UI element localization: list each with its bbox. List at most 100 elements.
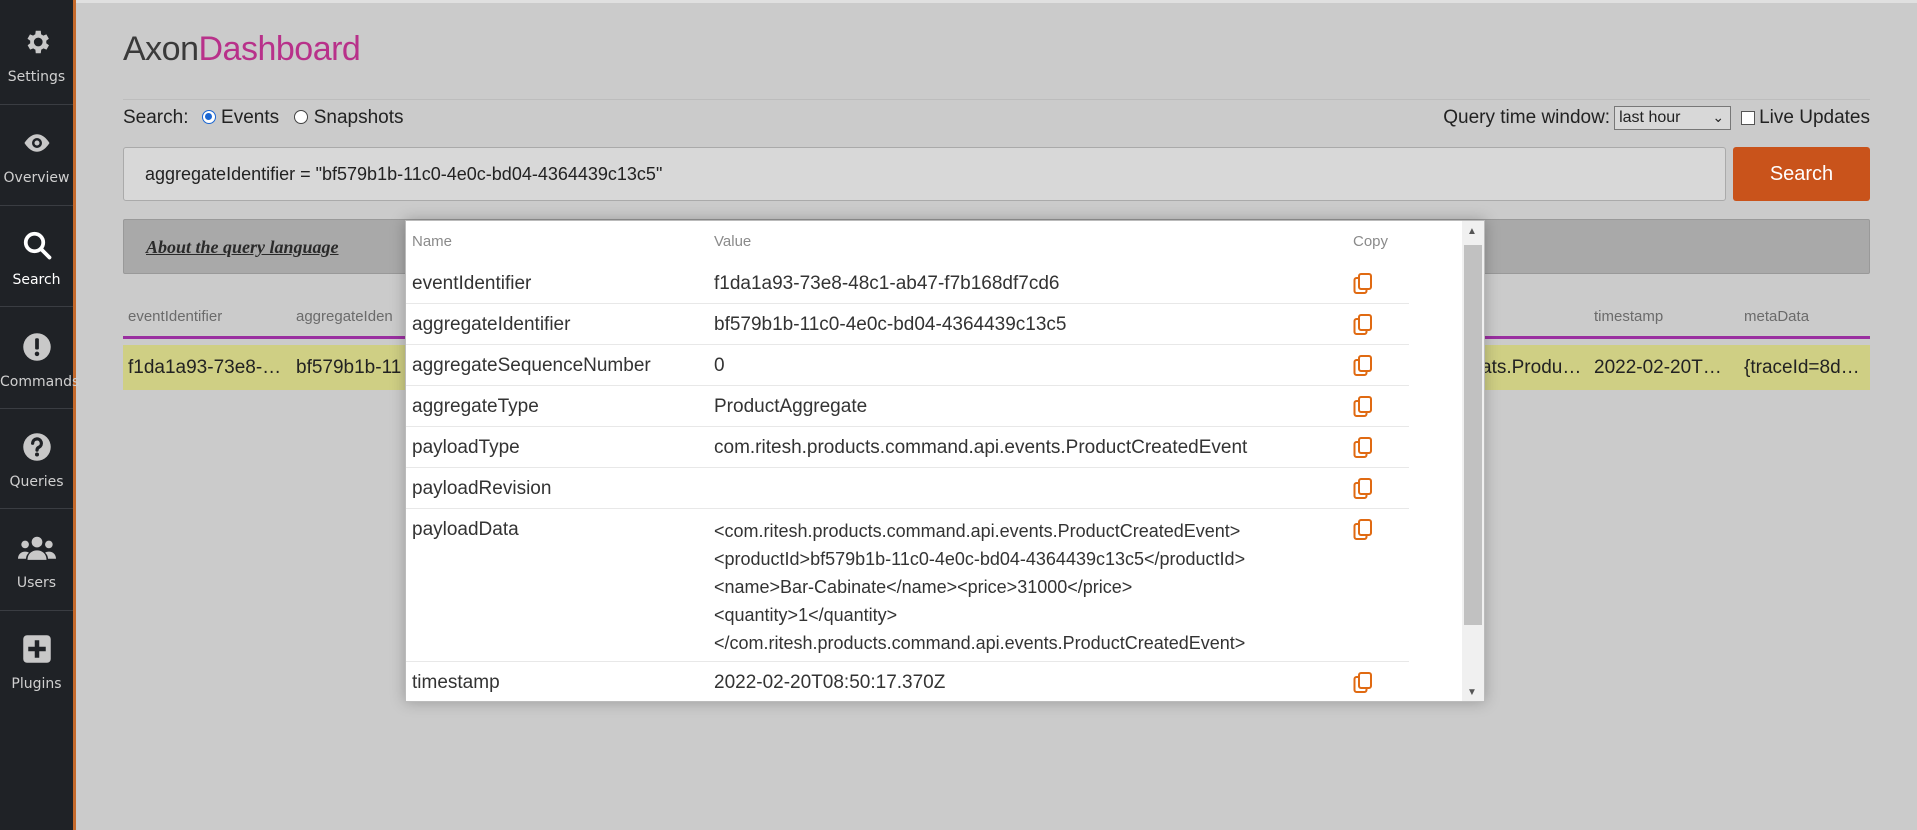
logo-axon: Axon	[123, 30, 199, 68]
detail-name: eventIdentifier	[412, 273, 532, 294]
copy-icon[interactable]	[1353, 273, 1373, 295]
copy-icon[interactable]	[1353, 519, 1373, 541]
logo-dashboard: Dashboard	[198, 30, 361, 68]
details-header-copy: Copy	[1353, 233, 1389, 250]
detail-name: aggregateSequenceNumber	[412, 355, 651, 376]
sidebar-item-plugins[interactable]: Plugins	[0, 634, 73, 734]
top-border	[0, 0, 1917, 3]
time-window-value: last hour	[1619, 109, 1681, 126]
sidebar-item-label: Queries	[9, 474, 64, 490]
detail-value: 2022-02-20T08:50:17.370Z	[714, 672, 946, 693]
cell-aggregateidentifier: bf579b1b-11	[296, 357, 402, 378]
app-logo: AxonDashboard	[123, 30, 361, 69]
copy-icon[interactable]	[1353, 437, 1373, 459]
search-label: Search:	[123, 107, 189, 128]
copy-icon[interactable]	[1353, 396, 1373, 418]
sidebar-item-users[interactable]: Users	[0, 533, 73, 633]
detail-row-payloaddata: payloadData <com.ritesh.products.command…	[406, 509, 1409, 662]
copy-icon[interactable]	[1353, 478, 1373, 500]
chevron-down-icon: ⌄	[1712, 109, 1725, 125]
events-radio[interactable]	[201, 110, 216, 124]
sidebar-divider	[0, 610, 73, 611]
detail-row-payloadrevision: payloadRevision	[406, 468, 1409, 509]
detail-name: payloadRevision	[412, 478, 552, 499]
sidebar-item-label: Plugins	[11, 676, 62, 692]
detail-value: 0	[714, 355, 725, 376]
sidebar-divider	[0, 408, 73, 409]
scroll-up-icon[interactable]: ▲	[1467, 226, 1477, 237]
about-query-language-link[interactable]: About the query language	[146, 237, 339, 258]
scroll-down-icon[interactable]: ▼	[1467, 687, 1477, 698]
copy-icon[interactable]	[1353, 314, 1373, 336]
column-header-metadata[interactable]: metaData	[1744, 308, 1809, 325]
sidebar-item-queries[interactable]: Queries	[0, 432, 73, 532]
cell-metadata: {traceId=8d…	[1744, 357, 1860, 378]
detail-row-payloadtype: payloadType com.ritesh.products.command.…	[406, 427, 1409, 468]
eye-icon	[24, 134, 50, 152]
exclamation-circle-icon	[23, 333, 51, 361]
detail-value: bf579b1b-11c0-4e0c-bd04-4364439c13c5	[714, 314, 1067, 335]
sidebar-item-settings[interactable]: Settings	[0, 27, 73, 127]
sidebar-item-overview[interactable]: Overview	[0, 128, 73, 228]
detail-value: com.ritesh.products.command.api.events.P…	[714, 437, 1248, 458]
gear-icon	[27, 30, 50, 54]
sidebar-item-label: Settings	[7, 69, 66, 85]
detail-row-aggregateidentifier: aggregateIdentifier bf579b1b-11c0-4e0c-b…	[406, 304, 1409, 345]
column-header-aggregateidentifier[interactable]: aggregateIden	[296, 308, 393, 325]
detail-name: aggregateType	[412, 396, 539, 417]
detail-row-eventidentifier: eventIdentifier f1da1a93-73e8-48c1-ab47-…	[406, 263, 1409, 304]
detail-name: payloadData	[412, 519, 519, 540]
details-header-name: Name	[412, 233, 453, 250]
time-window-controls: Query time window: last hour ⌄ Live Upda…	[1443, 106, 1870, 130]
users-icon	[18, 536, 56, 560]
live-updates-checkbox[interactable]	[1741, 111, 1756, 125]
detail-value: ProductAggregate	[714, 396, 868, 417]
sidebar-divider	[0, 306, 73, 307]
payload-line: <quantity>1</quantity>	[714, 605, 898, 625]
question-circle-icon	[23, 433, 51, 461]
detail-name: aggregateIdentifier	[412, 314, 571, 335]
event-details-modal: Name Value Copy eventIdentifier f1da1a93…	[405, 220, 1485, 702]
sidebar-item-label: Users	[16, 575, 57, 591]
live-updates-label[interactable]: Live Updates	[1759, 107, 1870, 129]
sidebar-divider	[0, 508, 73, 509]
detail-row-aggregatetype: aggregateType ProductAggregate	[406, 386, 1409, 427]
copy-icon[interactable]	[1353, 672, 1373, 694]
details-header-value: Value	[714, 233, 752, 250]
sidebar-item-commands[interactable]: Commands	[0, 332, 80, 432]
events-radio-label[interactable]: Events	[221, 107, 279, 128]
payload-line: <name>Bar-Cabinate</name><price>31000</p…	[714, 577, 1133, 597]
search-icon	[23, 231, 52, 260]
plus-square-icon	[23, 635, 51, 663]
modal-scrollbar[interactable]: ▲ ▼	[1462, 221, 1484, 701]
sidebar-item-label: Search	[12, 272, 61, 288]
copy-icon[interactable]	[1353, 355, 1373, 377]
detail-name: payloadType	[412, 437, 520, 458]
sidebar-divider	[0, 104, 73, 105]
search-button[interactable]: Search	[1733, 147, 1870, 201]
payload-line: <com.ritesh.products.command.api.events.…	[714, 521, 1241, 541]
column-header-timestamp[interactable]: timestamp	[1594, 308, 1663, 325]
payload-line: </com.ritesh.products.command.api.events…	[714, 633, 1246, 653]
column-header-eventidentifier[interactable]: eventIdentifier	[128, 308, 222, 325]
time-window-select[interactable]: last hour ⌄	[1614, 106, 1732, 130]
snapshots-radio-label[interactable]: Snapshots	[314, 107, 404, 128]
detail-row-aggregatesequencenumber: aggregateSequenceNumber 0	[406, 345, 1409, 386]
snapshots-radio[interactable]	[294, 110, 309, 124]
scrollbar-thumb[interactable]	[1464, 245, 1482, 625]
cell-timestamp: 2022-02-20T…	[1594, 357, 1722, 378]
sidebar-item-search[interactable]: Search	[0, 230, 73, 330]
cell-eventidentifier: f1da1a93-73e8-…	[128, 357, 282, 378]
payload-line: <productId>bf579b1b-11c0-4e0c-bd04-43644…	[714, 549, 1246, 569]
query-input[interactable]: aggregateIdentifier = "bf579b1b-11c0-4e0…	[123, 147, 1726, 201]
payload-data-xml: <com.ritesh.products.command.api.events.…	[714, 517, 1245, 657]
sidebar-item-label: Overview	[3, 170, 70, 186]
sidebar-item-label: Commands	[0, 374, 80, 390]
cell-payloadtype: ats.Produ…	[1481, 357, 1582, 378]
header-divider	[123, 99, 1870, 100]
search-type-selector: Search: Events Snapshots	[123, 107, 404, 131]
sidebar: Settings Overview Search Commands Querie…	[0, 0, 80, 830]
time-window-label: Query time window:	[1443, 107, 1611, 128]
detail-row-timestamp: timestamp 2022-02-20T08:50:17.370Z	[406, 662, 1409, 701]
sidebar-divider	[0, 205, 73, 206]
